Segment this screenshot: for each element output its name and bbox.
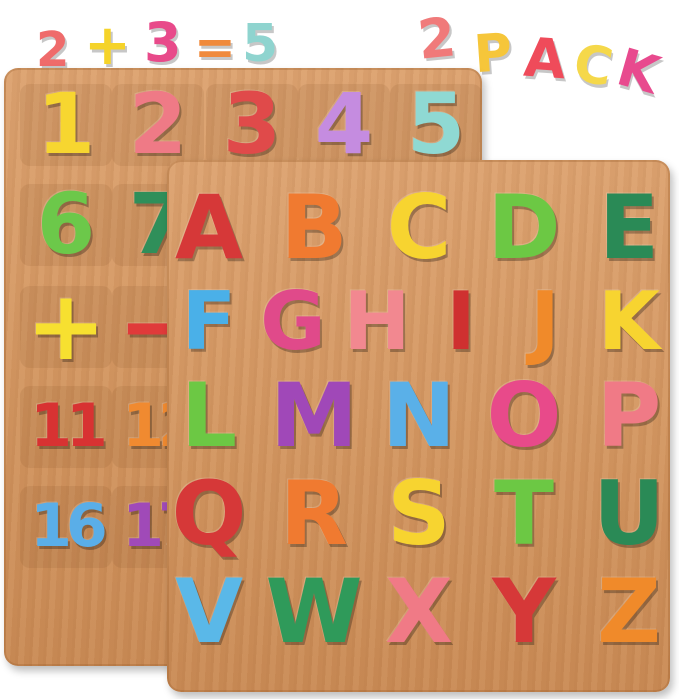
letter-piece: S xyxy=(387,462,451,565)
number-piece-cell: 5 xyxy=(376,76,496,172)
letter-piece-cell: R xyxy=(268,468,360,560)
letter-piece-cell: B xyxy=(268,182,360,274)
pack-char: K xyxy=(610,37,666,107)
letter-piece: E xyxy=(598,176,660,279)
equation-char: + xyxy=(84,13,131,78)
letter-piece-cell: V xyxy=(163,566,255,658)
letter-piece-cell: P xyxy=(583,370,675,462)
number-piece: 16 xyxy=(30,491,107,561)
letter-piece: V xyxy=(174,560,244,663)
letter-piece: Z xyxy=(597,560,661,663)
letter-piece: P xyxy=(596,364,662,467)
letter-piece: H xyxy=(343,275,411,368)
pack-char: 2 xyxy=(414,5,459,72)
letter-piece: B xyxy=(280,176,348,279)
equation-char: 5 xyxy=(242,14,279,74)
letter-piece: T xyxy=(493,462,555,565)
letter-piece-cell: S xyxy=(373,468,465,560)
letter-piece-cell: T xyxy=(478,468,570,560)
equation-char: 2 xyxy=(36,22,70,78)
letter-piece-cell: F xyxy=(163,276,255,368)
letter-piece: O xyxy=(486,364,562,467)
letter-piece-cell: G xyxy=(247,276,339,368)
letter-piece-cell: O xyxy=(478,370,570,462)
alphabet-puzzle-board: ABCDE FGHIJK LMNOP QRSTU VWXYZ xyxy=(167,160,670,692)
number-piece: 2 xyxy=(128,75,188,173)
pack-char: A xyxy=(521,25,568,92)
letter-piece: L xyxy=(180,364,238,467)
letter-piece-cell: K xyxy=(583,276,675,368)
equation-char: 3 xyxy=(144,11,182,74)
letter-piece-cell: D xyxy=(478,182,570,274)
number-piece: 1 xyxy=(36,75,96,173)
letter-piece-cell: Y xyxy=(478,566,570,658)
letter-piece-cell: C xyxy=(373,182,465,274)
letter-piece-cell: Z xyxy=(583,566,675,658)
number-piece: 11 xyxy=(30,391,107,461)
letter-piece-cell: Q xyxy=(163,468,255,560)
letter-piece-cell: W xyxy=(265,560,363,663)
number-piece: + xyxy=(25,270,107,382)
letter-piece-cell: A xyxy=(163,182,255,274)
pack-char: C xyxy=(569,33,618,99)
equation-char: = xyxy=(194,18,236,76)
number-piece: 5 xyxy=(406,75,466,173)
letter-piece-cell: J xyxy=(499,276,591,368)
letter-piece: M xyxy=(270,364,358,467)
letter-piece: Q xyxy=(171,462,247,565)
letter-piece: D xyxy=(487,176,561,279)
number-piece: 3 xyxy=(222,75,282,173)
number-piece: 4 xyxy=(314,75,374,173)
letter-piece: Y xyxy=(492,560,556,663)
letter-piece: J xyxy=(530,275,560,368)
letter-piece: I xyxy=(446,275,476,368)
letter-piece: W xyxy=(265,560,363,663)
letter-piece-cell: U xyxy=(583,468,675,560)
letter-piece: U xyxy=(593,462,665,565)
number-piece: 6 xyxy=(36,175,96,273)
letter-piece: G xyxy=(260,275,326,368)
product-photo: 2 +3 = 5 2PACK 1 2 3 4 5 6 7 + −11 12 16 17 ABCDEFGHIJ… xyxy=(0,0,679,699)
letter-piece: X xyxy=(385,560,453,663)
letter-piece-cell: E xyxy=(583,182,675,274)
letter-piece-cell: X xyxy=(373,566,465,658)
letter-piece: C xyxy=(386,176,452,279)
letter-piece-cell: I xyxy=(415,276,507,368)
letter-piece: F xyxy=(181,275,237,368)
letter-piece-cell: H xyxy=(331,276,423,368)
letter-piece: A xyxy=(174,176,244,279)
letter-piece-cell: M xyxy=(268,370,360,462)
letter-piece: R xyxy=(280,462,348,565)
letter-piece-cell: N xyxy=(373,370,465,462)
letter-piece: N xyxy=(382,364,456,467)
letter-piece: K xyxy=(598,275,660,368)
letter-piece-cell: L xyxy=(163,370,255,462)
